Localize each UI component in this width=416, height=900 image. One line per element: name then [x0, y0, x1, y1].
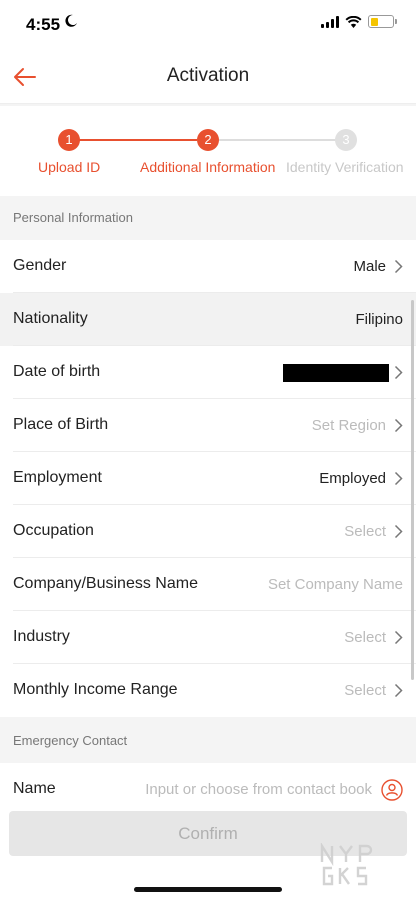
home-indicator: [134, 887, 282, 892]
moon-icon: [65, 14, 77, 27]
step-connector-2: [219, 139, 337, 141]
scrollbar[interactable]: [411, 300, 414, 680]
section-header-personal: Personal Information: [0, 200, 416, 240]
page-title: Activation: [166, 65, 250, 86]
redacted-value: [283, 364, 389, 382]
field-company-name[interactable]: Company/Business Name Set Company Name: [0, 558, 416, 611]
field-label: Gender: [13, 257, 67, 274]
field-label: Company/Business Name: [13, 575, 198, 592]
field-value: Select: [344, 629, 386, 646]
field-label: Employment: [13, 469, 102, 486]
company-name-input[interactable]: Set Company Name: [268, 576, 403, 593]
field-value: Set Region: [311, 417, 386, 434]
status-bar: 4:55: [0, 0, 416, 50]
chevron-right-icon: [394, 365, 403, 380]
step-2-label: Additional Information: [140, 159, 276, 175]
step-2-circle: 2: [197, 129, 219, 151]
section-header-emergency: Emergency Contact: [0, 717, 416, 763]
chevron-right-icon: [394, 630, 403, 645]
emergency-name-input[interactable]: Input or choose from contact book: [145, 781, 372, 798]
field-gender[interactable]: Gender Male: [0, 240, 416, 293]
field-label: Monthly Income Range: [13, 681, 178, 698]
contact-book-icon[interactable]: [381, 779, 403, 801]
nav-bar: Activation: [0, 50, 416, 104]
field-label: Nationality: [13, 310, 88, 327]
chevron-right-icon: [394, 259, 403, 274]
field-label: Date of birth: [13, 363, 101, 380]
battery-level: [370, 17, 378, 26]
footer: Confirm: [0, 806, 416, 900]
step-1-circle: 1: [58, 129, 80, 151]
progress-stepper: 1 2 3 Upload ID Additional Information I…: [0, 106, 416, 196]
battery-icon: [368, 15, 397, 28]
field-industry[interactable]: Industry Select: [0, 611, 416, 664]
field-value: Filipino: [355, 311, 403, 328]
chevron-right-icon: [394, 524, 403, 539]
chevron-right-icon: [394, 471, 403, 486]
field-employment[interactable]: Employment Employed: [0, 452, 416, 505]
field-date-of-birth[interactable]: Date of birth: [0, 346, 416, 399]
step-connector-1: [79, 139, 197, 141]
field-value: Male: [353, 258, 386, 275]
field-place-of-birth[interactable]: Place of Birth Set Region: [0, 399, 416, 452]
signal-icon: [321, 15, 339, 28]
status-time: 4:55: [26, 15, 61, 34]
chevron-right-icon: [394, 683, 403, 698]
step-3-label: Identity Verification: [286, 159, 404, 175]
field-label: Name: [13, 780, 56, 797]
field-label: Industry: [13, 628, 70, 645]
field-value: Employed: [319, 470, 386, 487]
field-occupation[interactable]: Occupation Select: [0, 505, 416, 558]
status-icons: [321, 15, 397, 28]
field-value: Select: [344, 523, 386, 540]
nyp-gks-watermark-logo: [320, 843, 373, 886]
field-label: Occupation: [13, 522, 94, 539]
chevron-right-icon: [394, 418, 403, 433]
wifi-icon: [345, 15, 362, 28]
step-3-circle: 3: [335, 129, 357, 151]
field-nationality: Nationality Filipino: [0, 293, 416, 346]
field-label: Place of Birth: [13, 416, 109, 433]
field-value: Select: [344, 682, 386, 699]
field-monthly-income[interactable]: Monthly Income Range Select: [0, 664, 416, 717]
step-1-label: Upload ID: [38, 159, 101, 175]
